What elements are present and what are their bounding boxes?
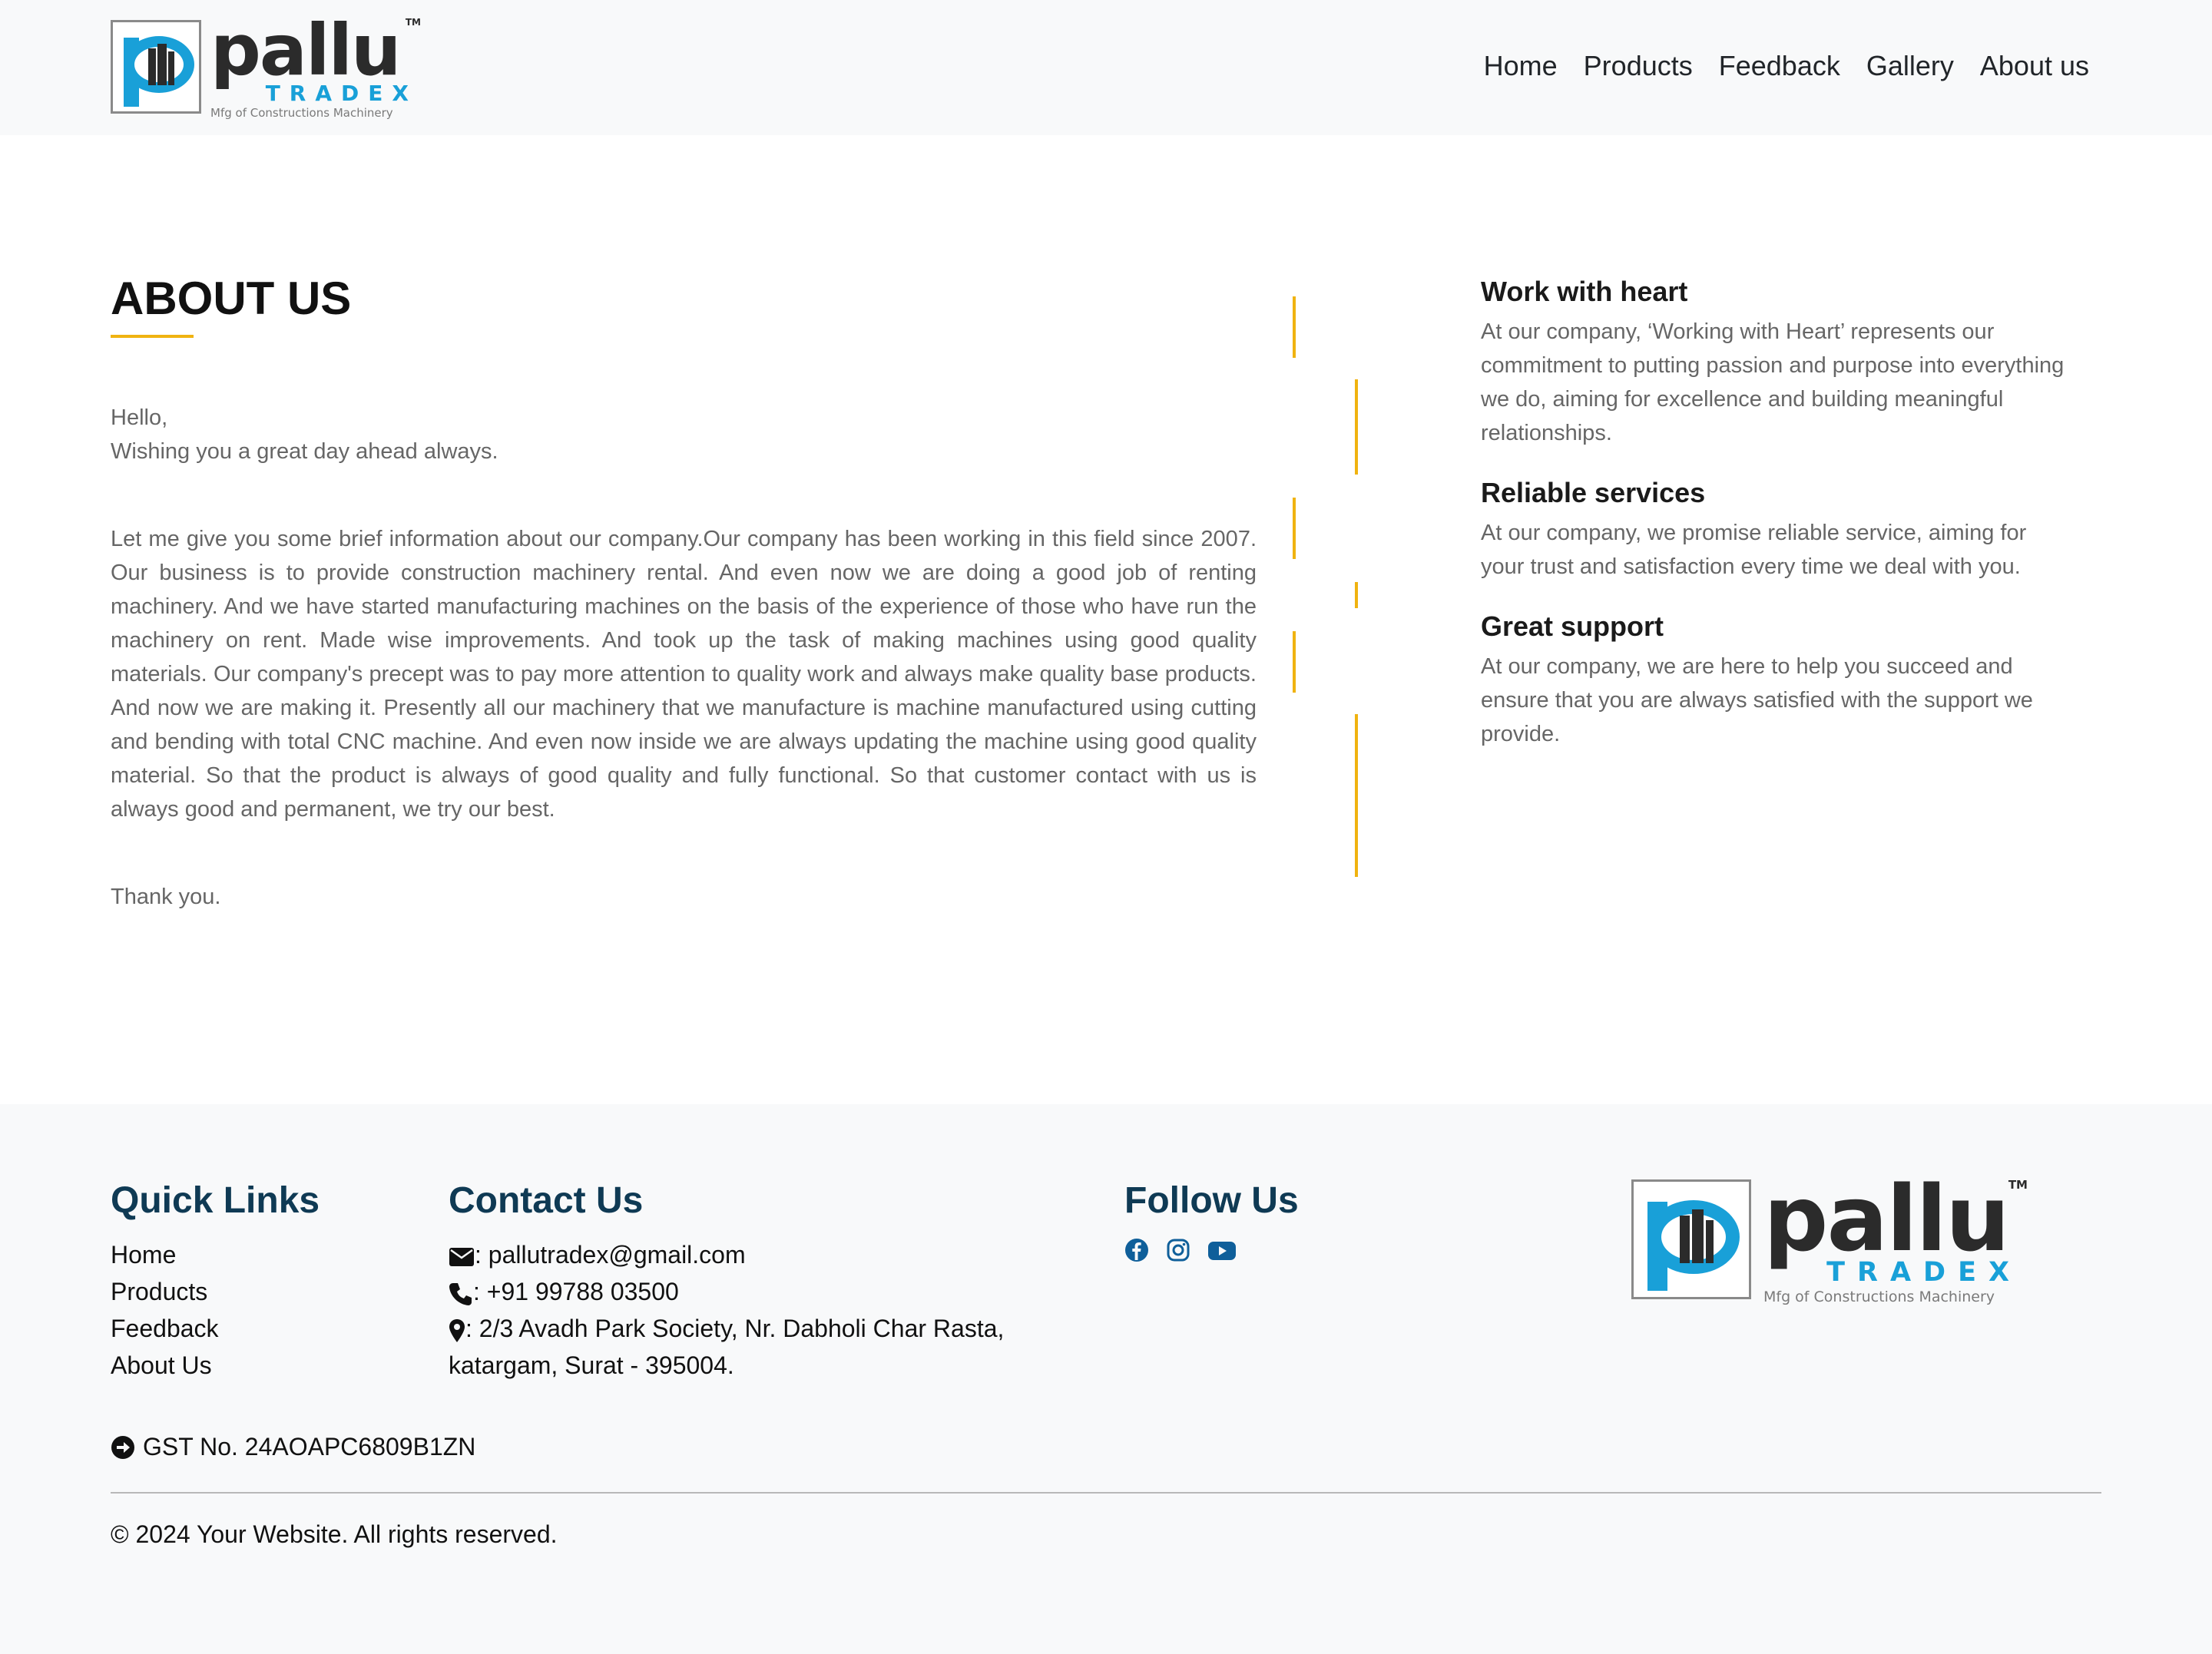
list-item: Home <box>111 1236 219 1273</box>
quick-links-heading: Quick Links <box>111 1180 320 1221</box>
gst-number: GST No. 24AOAPC6809B1ZN <box>111 1433 475 1461</box>
contact-block: : pallutradex@gmail.com : +91 99788 0350… <box>449 1236 1004 1384</box>
logo-tagline: Mfg of Constructions Machinery <box>1763 1288 1995 1305</box>
phone-text: : +91 99788 03500 <box>473 1278 679 1305</box>
feature-work-with-heart: Work with heart At our company, ‘Working… <box>1481 275 2065 450</box>
about-body: Let me give you some brief information a… <box>111 527 1257 822</box>
accent-line <box>1293 296 1296 358</box>
about-wish: Wishing you a great day ahead always. <box>111 439 498 464</box>
youtube-icon[interactable] <box>1207 1238 1237 1262</box>
header-logo[interactable]: pallu TRADEX Mfg of Constructions Machin… <box>111 15 421 120</box>
feature-great-support: Great support At our company, we are her… <box>1481 610 2065 751</box>
title-underline <box>111 335 194 338</box>
quick-links-list: Home Products Feedback About Us <box>111 1236 219 1384</box>
list-item: Feedback <box>111 1310 219 1347</box>
accent-line <box>1355 714 1358 877</box>
email-text: : pallutradex@gmail.com <box>475 1241 746 1269</box>
logo-mark-icon <box>1631 1179 1751 1299</box>
logo-tagline: Mfg of Constructions Machinery <box>210 106 393 120</box>
about-closing: Thank you. <box>111 885 221 909</box>
about-greeting: Hello, <box>111 405 168 430</box>
nav-gallery[interactable]: Gallery <box>1866 51 1954 81</box>
map-marker-icon <box>449 1318 465 1342</box>
contact-heading: Contact Us <box>449 1180 644 1221</box>
accent-line <box>1293 498 1296 559</box>
feature-title: Great support <box>1481 610 1664 642</box>
feature-text: At our company, we are here to help you … <box>1481 654 2033 746</box>
footer-logo[interactable]: pallu TRADEX Mfg of Constructions Machin… <box>1631 1173 2028 1305</box>
nav-home[interactable]: Home <box>1484 51 1558 81</box>
instagram-icon[interactable] <box>1166 1238 1190 1262</box>
address-line2: katargam, Surat - 395004. <box>449 1351 734 1379</box>
contact-phone[interactable]: : +91 99788 03500 <box>449 1273 1004 1310</box>
facebook-icon[interactable] <box>1124 1238 1149 1262</box>
gst-text: GST No. 24AOAPC6809B1ZN <box>143 1433 476 1460</box>
contact-email[interactable]: : pallutradex@gmail.com <box>449 1236 1004 1273</box>
nav-about-us[interactable]: About us <box>1980 51 2089 81</box>
about-title: ABOUT US <box>111 273 352 324</box>
logo-trademark: TM <box>2008 1178 2028 1192</box>
main-nav: Home Products Feedback Gallery About us <box>1484 51 2089 81</box>
footer-link-about-us[interactable]: About Us <box>111 1351 212 1379</box>
list-item: About Us <box>111 1347 219 1384</box>
footer-divider <box>111 1492 2101 1494</box>
footer-link-home[interactable]: Home <box>111 1241 176 1269</box>
address-line1: : 2/3 Avadh Park Society, Nr. Dabholi Ch… <box>465 1315 1005 1342</box>
accent-line <box>1355 379 1358 475</box>
logo-wordmark: pallu <box>210 9 402 91</box>
accent-line <box>1293 631 1296 693</box>
copyright: © 2024 Your Website. All rights reserved… <box>111 1520 558 1548</box>
logo-trademark: TM <box>405 17 421 28</box>
feature-text: At our company, we promise reliable serv… <box>1481 521 2027 579</box>
site-footer: Quick Links Home Products Feedback About… <box>0 1104 2212 1654</box>
feature-reliable-services: Reliable services At our company, we pro… <box>1481 476 2065 584</box>
list-item: Products <box>111 1273 219 1310</box>
arrow-circle-right-icon <box>111 1435 134 1459</box>
social-links <box>1124 1238 1237 1262</box>
nav-feedback[interactable]: Feedback <box>1719 51 1840 81</box>
footer-link-feedback[interactable]: Feedback <box>111 1315 219 1342</box>
feature-title: Reliable services <box>1481 477 1706 508</box>
feature-text: At our company, ‘Working with Heart’ rep… <box>1481 319 2065 445</box>
logo-mark-icon <box>111 20 201 114</box>
footer-link-products[interactable]: Products <box>111 1278 207 1305</box>
phone-icon <box>449 1282 472 1305</box>
envelope-icon <box>449 1247 474 1266</box>
logo-wordmark: pallu <box>1763 1166 2010 1272</box>
accent-line <box>1355 582 1358 608</box>
contact-address: : 2/3 Avadh Park Society, Nr. Dabholi Ch… <box>449 1310 1004 1347</box>
follow-heading: Follow Us <box>1124 1180 1299 1221</box>
nav-products[interactable]: Products <box>1584 51 1693 81</box>
site-header: pallu TRADEX Mfg of Constructions Machin… <box>0 0 2212 135</box>
feature-title: Work with heart <box>1481 276 1688 307</box>
